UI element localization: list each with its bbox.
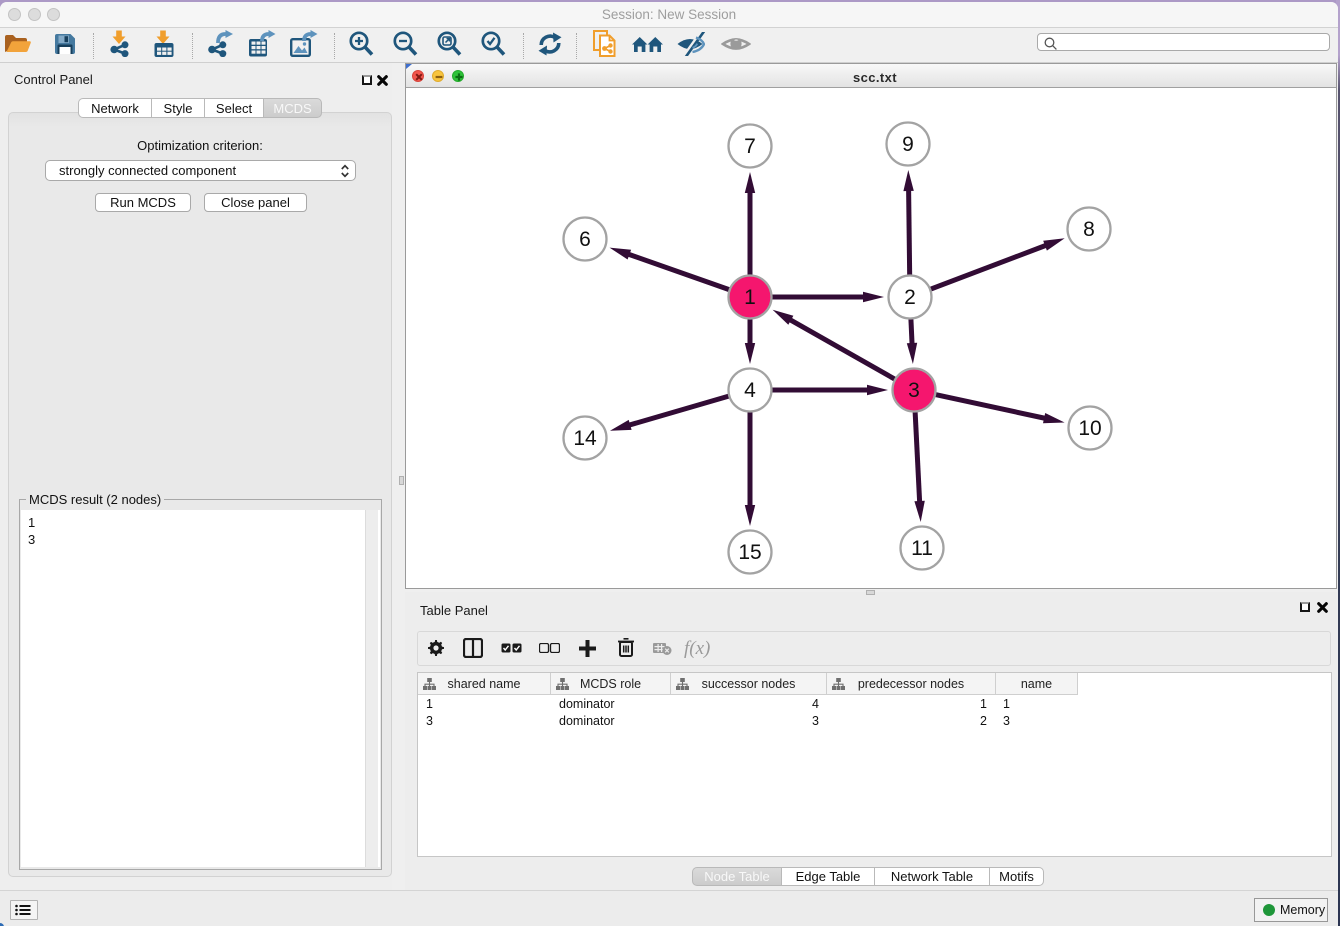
svg-text:9: 9 — [902, 133, 914, 156]
svg-text:8: 8 — [1083, 218, 1095, 241]
svg-text:4: 4 — [744, 379, 756, 402]
svg-text:14: 14 — [573, 427, 597, 450]
svg-text:f(x): f(x) — [684, 638, 710, 659]
svg-text:1: 1 — [744, 286, 756, 309]
svg-text:6: 6 — [579, 228, 591, 251]
svg-text:11: 11 — [911, 537, 933, 560]
svg-text:2: 2 — [904, 286, 916, 309]
svg-text:3: 3 — [908, 379, 920, 402]
svg-text:7: 7 — [744, 135, 756, 158]
svg-text:10: 10 — [1078, 417, 1101, 440]
svg-text:15: 15 — [738, 541, 761, 564]
